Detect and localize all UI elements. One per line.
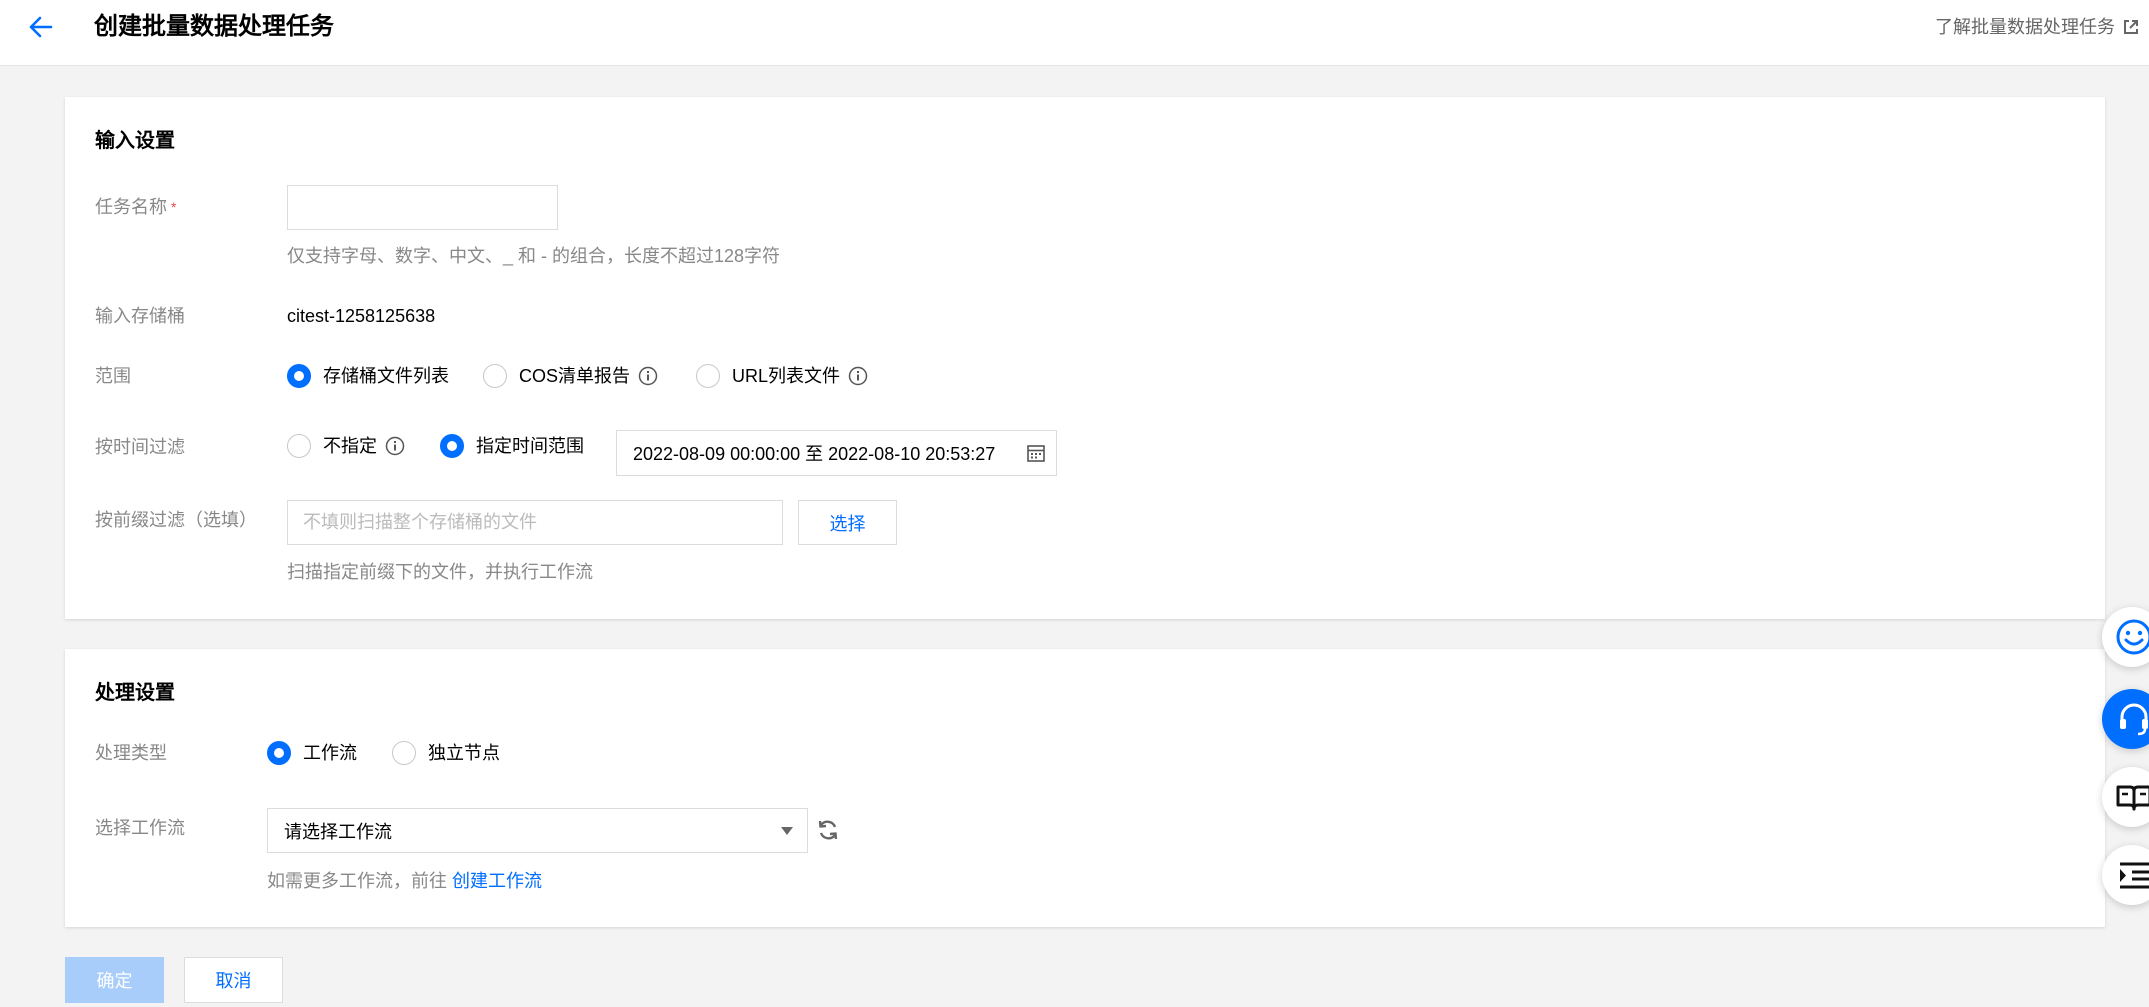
headset-icon <box>2120 703 2148 736</box>
radio-label: 工作流 <box>303 743 357 763</box>
radio-label: 存储桶文件列表 <box>323 366 449 386</box>
task-name-input[interactable] <box>287 185 558 230</box>
radio-circle <box>483 364 507 388</box>
date-range-picker[interactable]: 2022-08-09 00:00:00 至 2022-08-10 20:53:2… <box>616 430 1057 476</box>
radio-label: URL列表文件 <box>732 366 841 386</box>
bucket-label: 输入存储桶 <box>95 306 185 326</box>
task-name-label-text: 任务名称 <box>95 197 167 217</box>
radio-label: 独立节点 <box>428 743 500 763</box>
page-header: 创建批量数据处理任务 了解批量数据处理任务 <box>0 0 2149 66</box>
radio-circle-checked <box>440 434 464 458</box>
prefix-filter-label: 按前缀过滤（选填） <box>95 510 257 530</box>
radio-circle-checked <box>267 741 291 765</box>
radio-circle <box>287 434 311 458</box>
date-range-value: 2022-08-09 00:00:00 至 2022-08-10 20:53:2… <box>633 444 996 464</box>
radio-label: 不指定 <box>323 436 377 456</box>
process-settings-card: 处理设置 处理类型 工作流 独立节点 选择工作流 请选择工作流 如需更多工作流，… <box>65 649 2105 927</box>
radio-circle <box>696 364 720 388</box>
doc-link[interactable]: 了解批量数据处理任务 <box>1935 14 2139 40</box>
workflow-select-value: 请选择工作流 <box>284 821 392 842</box>
select-prefix-button[interactable]: 选择 <box>798 500 897 545</box>
workflow-hint: 如需更多工作流，前往 创建工作流 <box>267 868 542 894</box>
cancel-button[interactable]: 取消 <box>184 957 283 1003</box>
book-icon <box>2116 785 2149 811</box>
radio-type-workflow[interactable]: 工作流 <box>267 740 357 766</box>
back-button[interactable] <box>26 12 56 42</box>
float-toc-button[interactable] <box>2102 845 2149 905</box>
doc-link-label: 了解批量数据处理任务 <box>1935 17 2115 37</box>
info-icon[interactable] <box>638 366 658 386</box>
float-feedback-button[interactable] <box>2102 607 2149 667</box>
required-star: * <box>171 199 177 215</box>
radio-circle-checked <box>287 364 311 388</box>
radio-time-unspecified[interactable]: 不指定 <box>287 433 405 459</box>
confirm-button[interactable]: 确定 <box>65 957 164 1003</box>
radio-label: COS清单报告 <box>519 366 631 386</box>
process-type-label: 处理类型 <box>95 743 167 763</box>
section-title-process: 处理设置 <box>95 682 175 704</box>
float-support-button[interactable] <box>2102 689 2149 749</box>
prefix-hint: 扫描指定前缀下的文件，并执行工作流 <box>287 562 593 582</box>
radio-label: 指定时间范围 <box>476 436 584 456</box>
radio-scope-url-list[interactable]: URL列表文件 <box>696 363 868 389</box>
radio-circle <box>392 741 416 765</box>
workflow-label: 选择工作流 <box>95 818 185 838</box>
input-settings-card: 输入设置 任务名称 * 仅支持字母、数字、中文、_ 和 - 的组合，长度不超过12… <box>65 97 2105 619</box>
create-workflow-link[interactable]: 创建工作流 <box>452 871 542 891</box>
radio-time-range[interactable]: 指定时间范围 <box>440 433 584 459</box>
chevron-down-icon <box>781 827 793 835</box>
smile-icon <box>2116 619 2149 655</box>
external-link-icon <box>2124 20 2138 34</box>
arrow-left-icon <box>29 16 53 38</box>
workflow-select[interactable]: 请选择工作流 <box>267 808 808 853</box>
workflow-hint-text: 如需更多工作流，前往 <box>267 871 447 891</box>
bucket-value: citest-1258125638 <box>287 306 436 326</box>
indent-icon <box>2120 862 2149 889</box>
radio-type-standalone-node[interactable]: 独立节点 <box>392 740 500 766</box>
scope-label: 范围 <box>95 366 131 386</box>
page-title: 创建批量数据处理任务 <box>94 13 334 40</box>
task-name-label: 任务名称 * <box>95 194 176 220</box>
float-docs-button[interactable] <box>2102 767 2149 827</box>
info-icon[interactable] <box>848 366 868 386</box>
radio-scope-bucket-list[interactable]: 存储桶文件列表 <box>287 363 449 389</box>
radio-scope-cos-inventory[interactable]: COS清单报告 <box>483 363 658 389</box>
section-title-input: 输入设置 <box>95 130 175 152</box>
calendar-icon <box>1027 445 1045 462</box>
task-name-hint: 仅支持字母、数字、中文、_ 和 - 的组合，长度不超过128字符 <box>287 246 781 266</box>
refresh-icon[interactable] <box>817 818 839 842</box>
time-filter-label: 按时间过滤 <box>95 437 185 457</box>
info-icon[interactable] <box>385 436 405 456</box>
prefix-input[interactable] <box>287 500 783 545</box>
